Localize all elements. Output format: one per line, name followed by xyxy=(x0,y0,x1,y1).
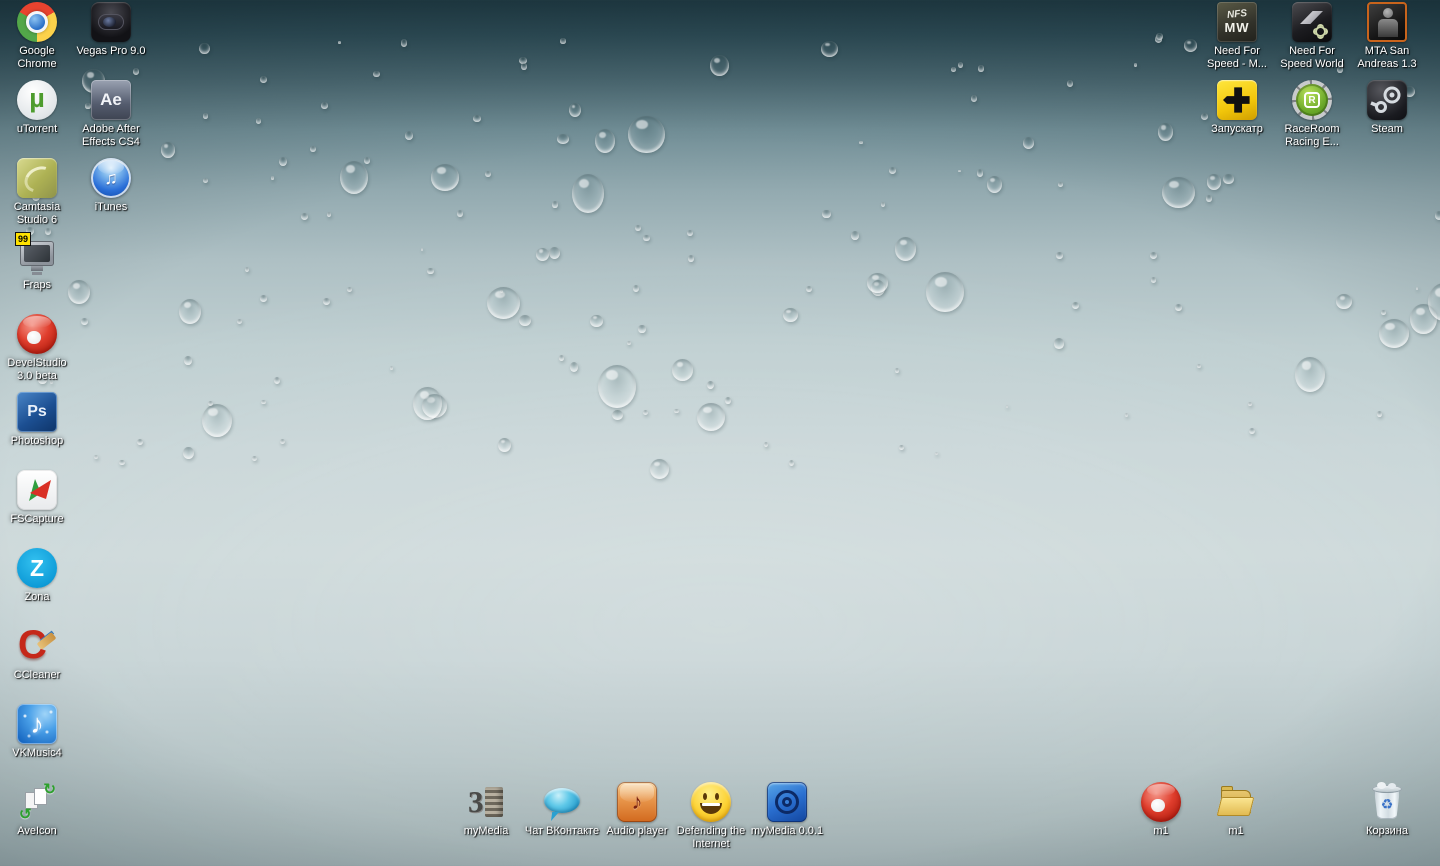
music-note-icon xyxy=(617,782,657,822)
desktop-icon-label: Чат ВКонтакте xyxy=(524,825,600,837)
recycle-bin-icon: ♻ xyxy=(1367,782,1407,822)
desktop-icon-audio-player[interactable]: Audio player xyxy=(599,782,675,838)
blue-disc-icon xyxy=(767,782,807,822)
fscapture-arrows-icon xyxy=(17,470,57,510)
desktop-icon-label: Need For Speed - M... xyxy=(1207,45,1267,70)
desktop-icon-zona[interactable]: Zona xyxy=(0,548,75,604)
desktop-icon-develstudio[interactable]: DevelStudio 3.0 beta xyxy=(0,314,75,383)
chrome-logo-icon xyxy=(17,2,57,42)
desktop-icon-label: Vegas Pro 9.0 xyxy=(76,45,146,57)
desktop-icon-vkmusic4[interactable]: VKMusic4 xyxy=(0,704,75,760)
desktop-icon-adobe-after-effects[interactable]: Adobe After Effects CS4 xyxy=(73,80,149,149)
itunes-note-icon xyxy=(91,158,131,198)
desktop-icon-label: VKMusic4 xyxy=(12,747,62,759)
desktop-icon-label: AveIcon xyxy=(17,825,57,837)
speech-bubble-icon xyxy=(542,782,582,822)
desktop-icon-defending-internet[interactable]: Defending the Internet xyxy=(673,782,749,851)
desktop-icon-google-chrome[interactable]: Google Chrome xyxy=(0,2,75,71)
desktop-icon-photoshop[interactable]: Photoshop xyxy=(0,392,75,448)
zona-z-icon xyxy=(17,548,57,588)
red-ball-icon xyxy=(17,314,57,354)
smiley-face-icon xyxy=(691,782,731,822)
desktop-icon-label: FSCapture xyxy=(10,513,64,525)
desktop-icon-label: DevelStudio 3.0 beta xyxy=(7,357,67,382)
3m-letters-icon: 3 xyxy=(466,782,506,822)
desktop-icon-mta-san-andreas[interactable]: MTA San Andreas 1.3 xyxy=(1349,2,1425,71)
desktop-icon-mymedia[interactable]: 3 myMedia xyxy=(448,782,524,838)
ccleaner-c-brush-icon: C xyxy=(17,625,57,666)
desktop-icon-mymedia-001[interactable]: myMedia 0.0.1 xyxy=(749,782,825,838)
desktop: { "desktop": { "wallpaper": { "descripti… xyxy=(0,0,1440,866)
desktop-icon-label: MTA San Andreas 1.3 xyxy=(1357,45,1417,70)
fraps-monitor-99-icon: 99 xyxy=(15,232,57,276)
desktop-icon-label: myMedia 0.0.1 xyxy=(750,825,824,837)
desktop-icon-ccleaner[interactable]: C CCleaner xyxy=(0,625,75,682)
after-effects-ae-icon xyxy=(91,80,131,120)
raceroom-r-badge-icon: R xyxy=(1292,80,1332,120)
desktop-icon-label: Google Chrome xyxy=(17,45,57,70)
desktop-icon-label: Steam xyxy=(1371,123,1403,135)
desktop-icon-label: CCleaner xyxy=(13,669,61,681)
desktop-icon-label: m1 xyxy=(1228,825,1244,837)
desktop-icon-label: RaceRoom Racing E... xyxy=(1284,123,1340,148)
desktop-icon-label: Fraps xyxy=(22,279,52,291)
yellow-arrow-cross-icon xyxy=(1217,80,1257,120)
desktop-icon-label: iTunes xyxy=(94,201,128,213)
desktop-icon-m1-app[interactable]: m1 xyxy=(1123,782,1199,838)
desktop-icon-camtasia-studio[interactable]: Camtasia Studio 6 xyxy=(0,158,75,227)
desktop-icon-utorrent[interactable]: uTorrent xyxy=(0,80,75,136)
pages-convert-icon: ↻ ↺ xyxy=(19,781,56,823)
video-camera-icon xyxy=(91,2,131,42)
desktop-icon-label: Photoshop xyxy=(10,435,64,447)
nfs-world-icon xyxy=(1292,2,1332,42)
red-ball-icon xyxy=(1141,782,1181,822)
desktop-icon-steam[interactable]: Steam xyxy=(1349,80,1425,136)
photoshop-ps-icon xyxy=(17,392,57,432)
desktop-icon-nfs-most-wanted[interactable]: Need For Speed - M... xyxy=(1199,2,1275,71)
desktop-icon-label: Camtasia Studio 6 xyxy=(13,201,61,226)
desktop-icon-label: Audio player xyxy=(606,825,668,837)
mta-character-icon xyxy=(1367,2,1407,42)
camtasia-swirl-icon xyxy=(17,158,57,198)
desktop-icon-grid: Google Chrome Vegas Pro 9.0 uTorrent Adobe … xyxy=(0,0,1440,866)
desktop-icon-fscapture[interactable]: FSCapture xyxy=(0,470,75,526)
desktop-icon-label: uTorrent xyxy=(16,123,58,135)
desktop-icon-label: Adobe After Effects CS4 xyxy=(82,123,140,148)
desktop-icon-label: Запускатр xyxy=(1211,123,1263,135)
desktop-icon-raceroom[interactable]: R RaceRoom Racing E... xyxy=(1274,80,1350,149)
folder-icon xyxy=(1216,782,1256,822)
desktop-icon-label: Zona xyxy=(24,591,50,603)
desktop-icon-vk-chat[interactable]: Чат ВКонтакте xyxy=(524,782,600,838)
steam-logo-icon xyxy=(1367,80,1407,120)
desktop-icon-vegas-pro[interactable]: Vegas Pro 9.0 xyxy=(73,2,149,58)
desktop-icon-nfs-world[interactable]: Need For Speed World xyxy=(1274,2,1350,71)
desktop-icon-recycle-bin[interactable]: ♻ Корзина xyxy=(1349,782,1425,838)
nfs-mw-icon xyxy=(1217,2,1257,42)
desktop-icon-label: Корзина xyxy=(1366,825,1408,837)
desktop-icon-label: m1 xyxy=(1153,825,1169,837)
desktop-icon-aveicon[interactable]: ↻ ↺ AveIcon xyxy=(0,781,75,838)
desktop-icon-label: myMedia xyxy=(463,825,509,837)
desktop-icon-zapuskatr[interactable]: Запускатр xyxy=(1199,80,1275,136)
desktop-icon-label: Defending the Internet xyxy=(676,825,746,850)
desktop-icon-itunes[interactable]: iTunes xyxy=(73,158,149,214)
desktop-icon-label: Need For Speed World xyxy=(1280,45,1344,70)
utorrent-mu-icon xyxy=(17,80,57,120)
desktop-icon-m1-folder[interactable]: m1 xyxy=(1198,782,1274,838)
desktop-icon-fraps[interactable]: 99 Fraps xyxy=(0,232,75,292)
music-clef-icon xyxy=(17,704,57,744)
